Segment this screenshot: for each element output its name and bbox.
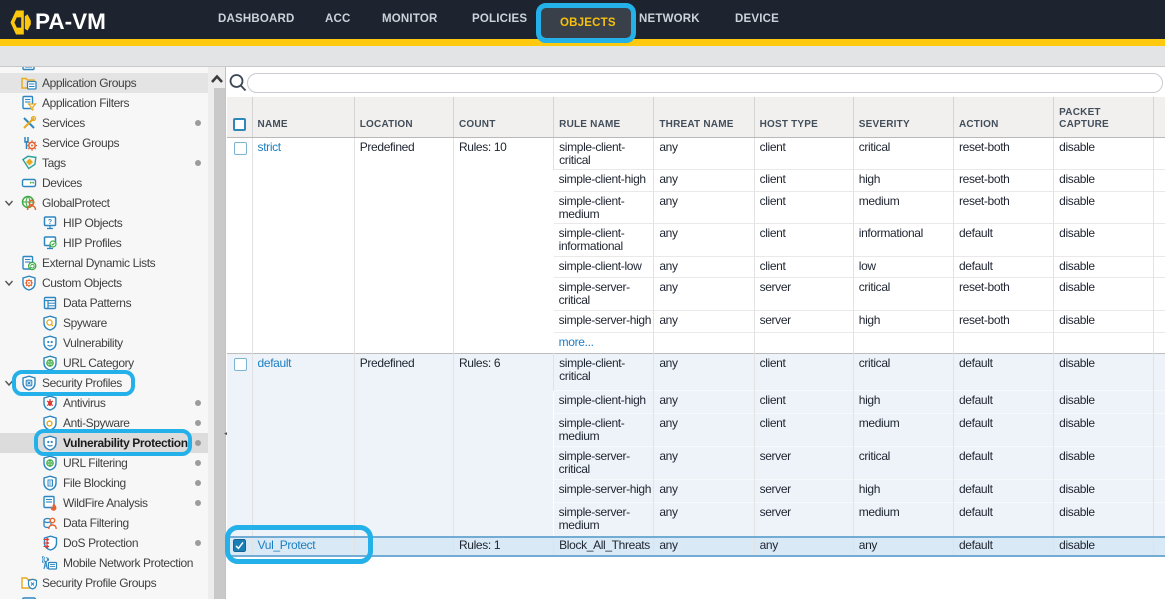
svg-text:?: ?: [48, 219, 52, 226]
